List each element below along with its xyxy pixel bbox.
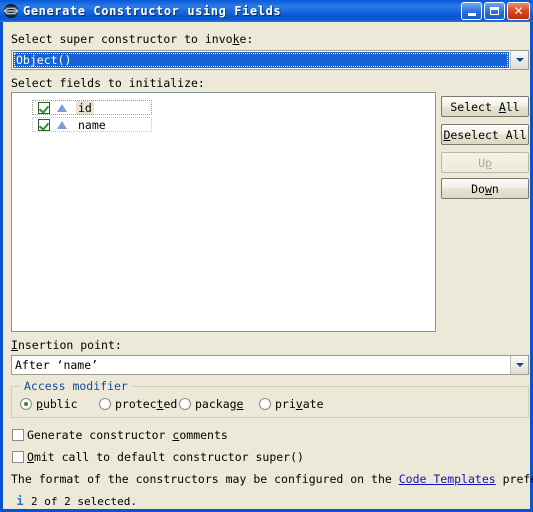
super-constructor-dropdown-arrow[interactable] (510, 51, 528, 69)
radio-public[interactable]: public (20, 397, 78, 411)
move-down-button[interactable]: Down (441, 178, 529, 199)
radio-label: protected (115, 397, 178, 411)
status-bar: i 2 of 2 selected. (15, 494, 137, 508)
status-text: 2 of 2 selected. (31, 494, 137, 508)
checkbox-indicator (12, 451, 24, 463)
insertion-point-label: Insertion point: (11, 338, 122, 352)
radio-indicator (99, 398, 111, 410)
radio-indicator (259, 398, 271, 410)
maximize-button[interactable] (484, 2, 505, 20)
footer-note: The format of the constructors may be co… (11, 472, 533, 486)
access-modifier-group-title: Access modifier (21, 379, 131, 393)
fields-list[interactable]: id name (11, 92, 436, 332)
chevron-down-icon (515, 363, 524, 367)
list-item[interactable]: id (12, 99, 435, 116)
code-templates-link[interactable]: Code Templates (399, 472, 496, 486)
radio-label: private (275, 397, 324, 411)
info-icon: i (16, 494, 24, 508)
select-all-button[interactable]: Select All (441, 96, 529, 117)
footer-note-after: preference page. (502, 472, 533, 486)
close-icon: ✕ (513, 4, 524, 18)
super-constructor-combo[interactable]: Object() (11, 50, 529, 70)
checkbox-indicator (12, 429, 24, 441)
move-up-button: Up (441, 152, 529, 173)
maximize-icon (490, 7, 499, 15)
checkbox-label: Omit call to default constructor super() (27, 450, 304, 464)
java-field-icon (56, 119, 68, 131)
deselect-all-button[interactable]: Deselect All (441, 124, 529, 145)
focus-indicator (32, 100, 152, 115)
window-controls: ✕ (461, 2, 533, 20)
field-checkbox[interactable] (38, 118, 50, 131)
minimize-button[interactable] (461, 2, 482, 20)
minimize-icon (467, 13, 476, 16)
title-bar[interactable]: Generate Constructor using Fields ✕ (0, 0, 533, 22)
close-button[interactable]: ✕ (507, 2, 530, 20)
radio-package[interactable]: package (179, 397, 243, 411)
radio-label: public (36, 397, 78, 411)
radio-indicator (20, 398, 32, 410)
radio-protected[interactable]: protected (99, 397, 177, 411)
dialog-window: Generate Constructor using Fields ✕ Sele… (0, 0, 533, 512)
fields-label: Select fields to initialize: (11, 76, 205, 90)
footer-note-before: The format of the constructors may be co… (11, 472, 399, 486)
field-checkbox[interactable] (38, 101, 50, 114)
super-constructor-value: Object() (13, 52, 509, 68)
checkbox-label: Generate constructor comments (27, 428, 228, 442)
insertion-point-dropdown-arrow[interactable] (510, 356, 528, 374)
java-field-icon (56, 102, 68, 114)
generate-comments-checkbox[interactable]: Generate constructor comments (12, 428, 228, 442)
window-title: Generate Constructor using Fields (23, 4, 282, 18)
radio-label: package (195, 397, 244, 411)
focus-indicator (32, 117, 152, 132)
radio-indicator (179, 398, 191, 410)
omit-super-call-checkbox[interactable]: Omit call to default constructor super() (12, 450, 304, 464)
insertion-point-combo[interactable]: After ‘name’ (11, 355, 529, 375)
insertion-point-value: After ‘name’ (15, 358, 99, 372)
radio-private[interactable]: private (259, 397, 324, 411)
super-constructor-label: Select super constructor to invoke: (11, 32, 254, 46)
globe-icon (4, 4, 18, 18)
list-item[interactable]: name (12, 116, 435, 133)
chevron-down-icon (515, 58, 524, 62)
